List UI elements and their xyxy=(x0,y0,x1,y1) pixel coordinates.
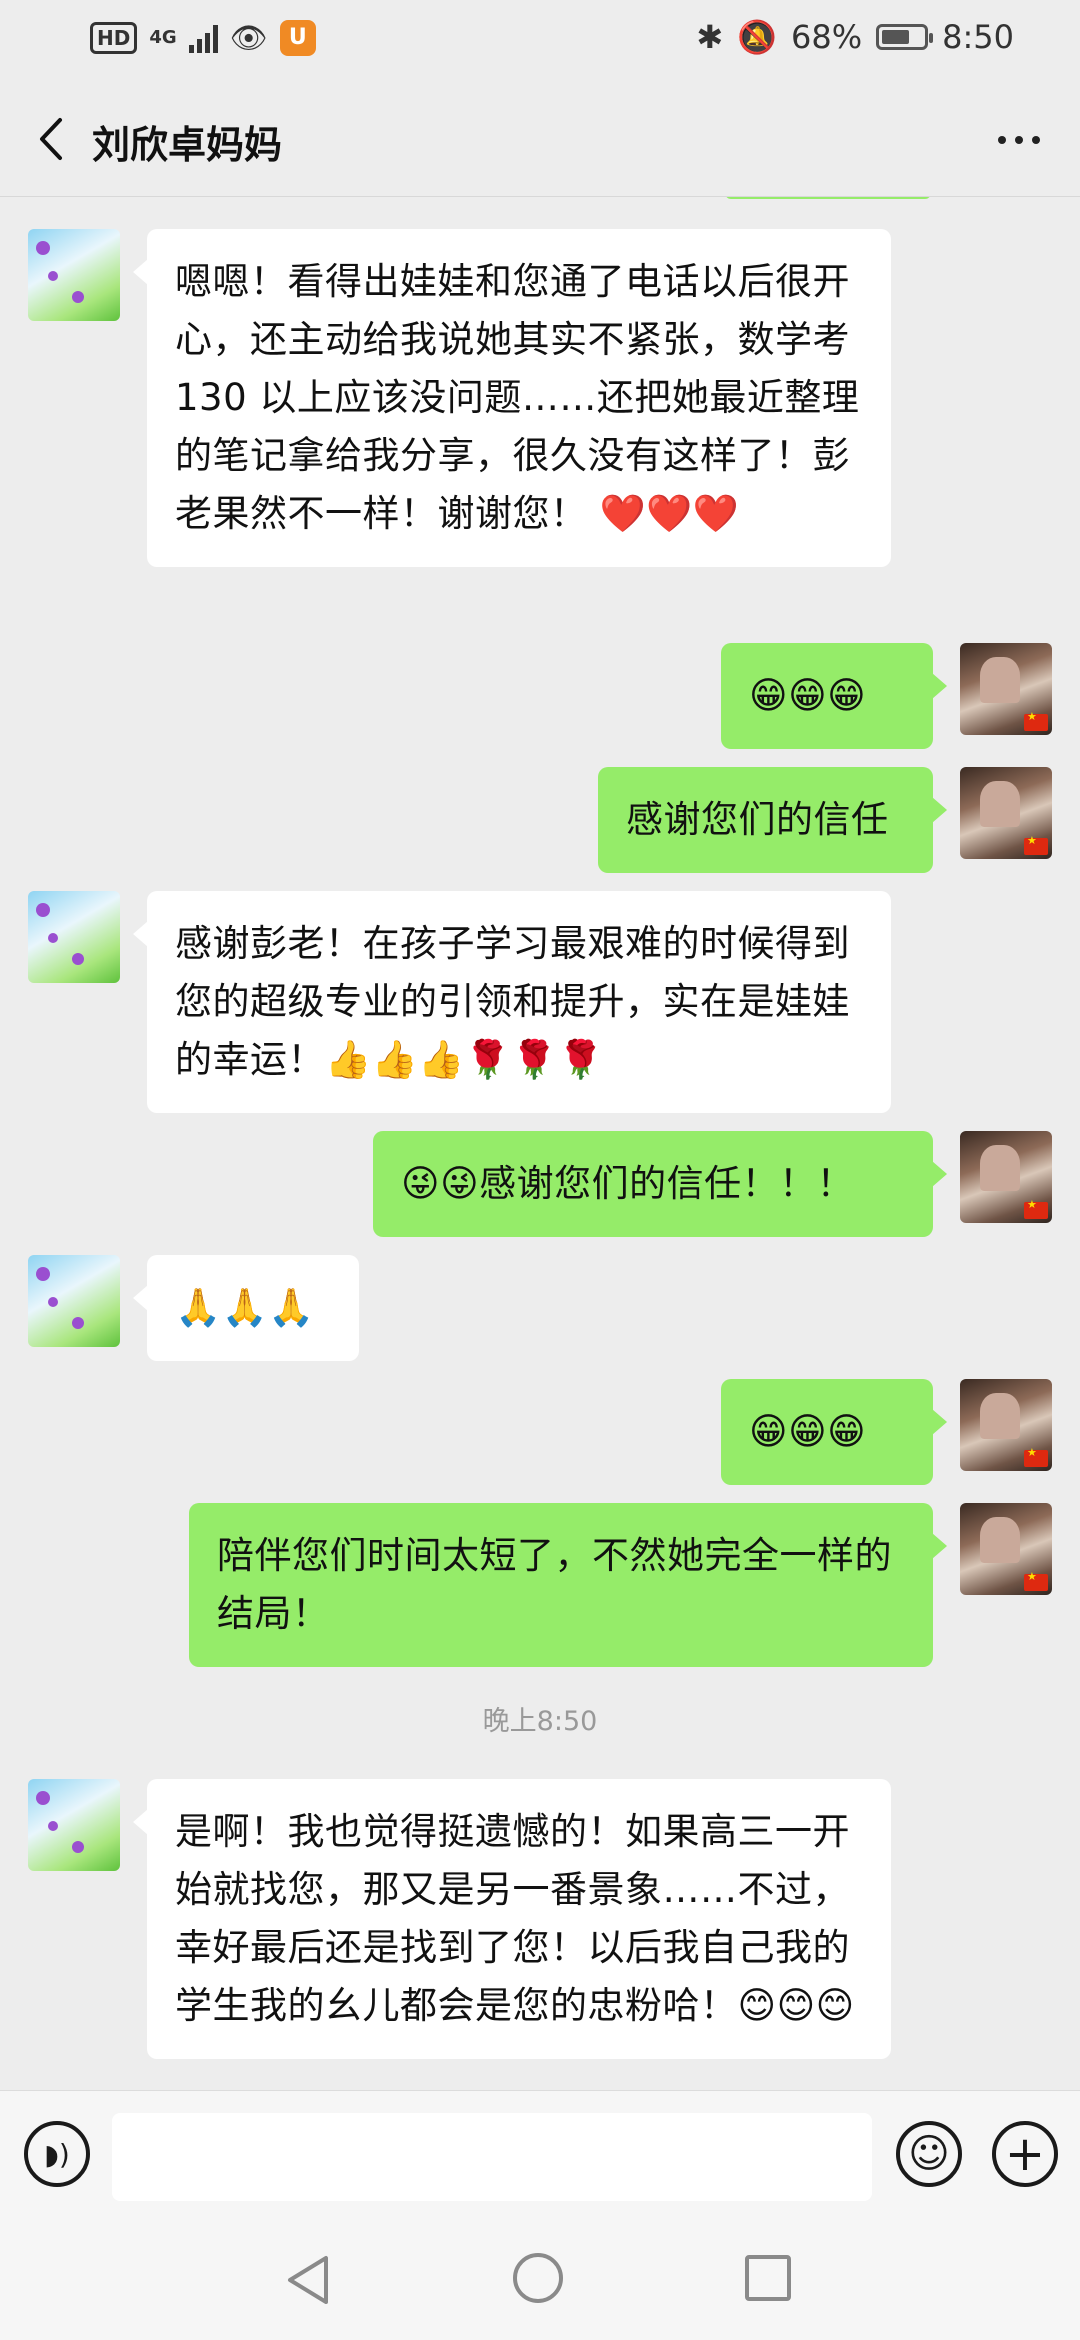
voice-icon[interactable]: ◗) xyxy=(24,2121,90,2187)
network-type: 4G xyxy=(149,27,177,48)
input-bar: ◗) ☺ + xyxy=(0,2090,1080,2221)
previous-bubble-edge xyxy=(725,197,931,199)
contact-avatar[interactable] xyxy=(28,1255,120,1347)
message-bubble-sent[interactable]: 陪伴您们时间太短了，不然她完全一样的结局！ xyxy=(189,1503,947,1667)
status-left: HD 4G 👁 U xyxy=(90,20,316,56)
message-bubble-sent[interactable]: 😁😁😁 xyxy=(721,643,947,749)
battery-percent: 68% xyxy=(791,18,863,56)
message-list[interactable]: 嗯嗯！看得出娃娃和您通了电话以后很开心，还主动给我说她其实不紧张，数学考 130… xyxy=(0,197,1080,2090)
nav-recent-icon[interactable] xyxy=(745,2255,791,2301)
contact-avatar[interactable] xyxy=(28,229,120,321)
nav-home-icon[interactable] xyxy=(513,2253,563,2303)
more-icon[interactable] xyxy=(984,110,1054,170)
bluetooth-icon: ✱ xyxy=(696,18,724,56)
message-bubble-sent[interactable]: 感谢您们的信任 xyxy=(598,767,947,873)
my-avatar[interactable] xyxy=(960,1503,1052,1595)
plus-icon[interactable]: + xyxy=(992,2121,1058,2187)
chat-title: 刘欣卓妈妈 xyxy=(92,123,283,167)
contact-avatar[interactable] xyxy=(28,1779,120,1871)
mute-icon: 🔕 xyxy=(737,18,778,56)
nav-back-icon[interactable] xyxy=(282,2252,338,2308)
emoji-icon[interactable]: ☺ xyxy=(896,2121,962,2187)
message-bubble-received[interactable]: 是啊！我也觉得挺遗憾的！如果高三一开始就找您，那又是另一番景象……不过，幸好最后… xyxy=(133,1779,891,2059)
my-avatar[interactable] xyxy=(960,767,1052,859)
contact-avatar[interactable] xyxy=(28,891,120,983)
battery-icon xyxy=(876,24,934,50)
message-input[interactable] xyxy=(112,2113,872,2201)
status-right: ✱ 🔕 68% 8:50 xyxy=(696,18,1014,56)
my-avatar[interactable] xyxy=(960,1379,1052,1471)
battery-fill xyxy=(882,30,910,44)
status-bar: HD 4G 👁 U ✱ 🔕 68% 8:50 xyxy=(0,0,1080,84)
hd-badge: HD xyxy=(90,22,138,54)
signal-icon xyxy=(188,23,218,53)
eye-icon: 👁 xyxy=(229,20,268,56)
message-timestamp: 晚上8:50 xyxy=(482,1706,598,1737)
chevron-left-icon[interactable] xyxy=(22,104,82,174)
message-bubble-sent[interactable]: 😁😁😁 xyxy=(721,1379,947,1485)
message-bubble-received[interactable]: 感谢彭老！在孩子学习最艰难的时候得到您的超级专业的引领和提升，实在是娃娃的幸运！… xyxy=(133,891,891,1113)
uc-browser-icon: U xyxy=(279,20,316,56)
system-nav-bar xyxy=(0,2220,1080,2340)
message-bubble-received[interactable]: 🙏🙏🙏 xyxy=(133,1255,359,1361)
message-bubble-sent[interactable]: 😜😜感谢您们的信任！！！ xyxy=(373,1131,947,1237)
message-bubble-received[interactable]: 嗯嗯！看得出娃娃和您通了电话以后很开心，还主动给我说她其实不紧张，数学考 130… xyxy=(133,229,891,567)
chat-header: 刘欣卓妈妈 xyxy=(0,84,1080,197)
status-time: 8:50 xyxy=(942,18,1014,56)
my-avatar[interactable] xyxy=(960,643,1052,735)
my-avatar[interactable] xyxy=(960,1131,1052,1223)
